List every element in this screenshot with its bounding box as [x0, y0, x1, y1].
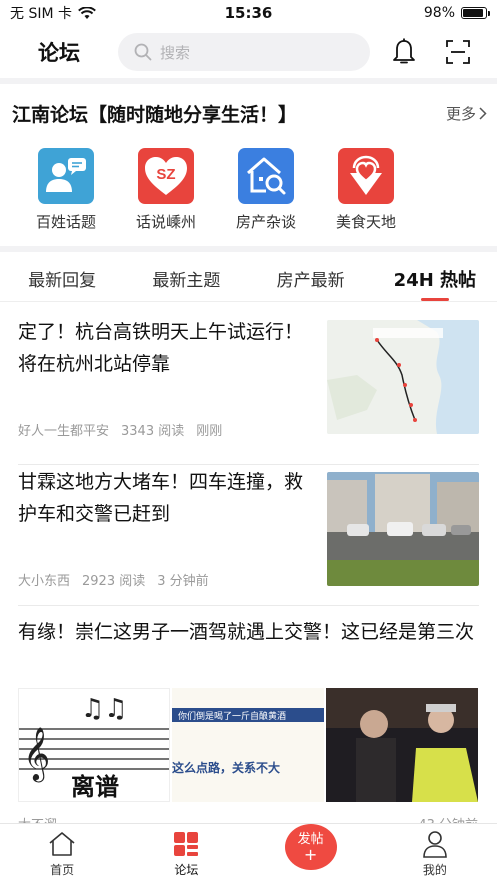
scan-button[interactable]: [438, 32, 478, 72]
divider: [0, 78, 497, 84]
search-placeholder: 搜索: [160, 43, 191, 62]
feed-tabs: 最新回复 最新主题 房产最新 24H 热帖: [0, 256, 497, 302]
category-property[interactable]: 房产杂谈: [216, 148, 316, 232]
list-item[interactable]: 甘霖这地方大堵车！四车连撞，救护车和交警已赶到 大小东西 2923 阅读 3 分…: [0, 462, 497, 602]
notification-button[interactable]: [384, 32, 424, 72]
person-chat-icon: [38, 148, 94, 204]
list-item[interactable]: 有缘！崇仁这男子一酒驾就遇上交警！这已经是第三次 𝄞 ♫♫ 离谱 你们倒是喝了一…: [0, 610, 497, 833]
nav-post[interactable]: 发帖 +: [249, 824, 373, 883]
food-heart-icon: [338, 148, 394, 204]
svg-text:𝄞: 𝄞: [23, 726, 50, 782]
post-author: 好人一生都平安: [18, 424, 110, 439]
app-header: 论坛 搜索: [0, 28, 497, 76]
more-label: 更多: [445, 105, 476, 123]
category-label: 美食天地: [335, 213, 396, 231]
category-label: 百姓话题: [35, 213, 96, 231]
svg-text:♫♫: ♫♫: [81, 694, 128, 724]
battery-percent: 98%: [423, 5, 455, 21]
post-title: 甘霖这地方大堵车！四车连撞，救护车和交警已赶到: [18, 471, 304, 525]
carrier-label: 无 SIM 卡: [10, 6, 72, 22]
nav-label: 首页: [50, 863, 75, 877]
category-baixing[interactable]: 百姓话题: [16, 148, 116, 232]
nav-forum[interactable]: 论坛: [124, 824, 248, 883]
tab-property-latest[interactable]: 房产最新: [249, 256, 373, 301]
post-meta: 好人一生都平安 3343 阅读 刚刚: [18, 420, 222, 439]
page-title: 论坛: [38, 41, 80, 65]
scan-icon: [446, 40, 470, 64]
plus-icon: +: [303, 845, 318, 864]
bottom-nav: 首页 论坛 发帖 + 我的: [0, 823, 497, 883]
clock: 15:36: [224, 4, 273, 22]
category-food[interactable]: 美食天地: [316, 148, 416, 232]
traffic-photo: [327, 472, 479, 586]
image-caption: 你们倒是喝了一斤自酿黄酒: [178, 710, 286, 722]
bell-icon: [393, 38, 415, 64]
status-bar: 无 SIM 卡 15:36 98%: [0, 0, 497, 26]
image-caption: 这么点路，关系不大: [172, 760, 280, 775]
post-button[interactable]: 发帖 +: [284, 824, 337, 870]
nav-label: 我的: [422, 863, 447, 877]
battery-icon: [461, 7, 490, 19]
post-image-2: 你们倒是喝了一斤自酿黄酒 这么点路，关系不大: [172, 688, 324, 802]
post-image-1: 𝄞 ♫♫ 离谱: [18, 688, 170, 802]
post-meta: 大小东西 2923 阅读 3 分钟前: [18, 570, 209, 589]
search-icon: [134, 43, 152, 61]
divider: [18, 605, 479, 606]
nav-home[interactable]: 首页: [0, 824, 124, 883]
tab-latest-replies[interactable]: 最新回复: [0, 256, 124, 301]
post-reads: 2923 阅读: [82, 574, 146, 589]
post-image-3: [326, 688, 478, 802]
image-caption: 离谱: [71, 773, 119, 801]
category-label: 话说嵊州: [135, 213, 196, 231]
post-time: 3 分钟前: [157, 574, 209, 589]
user-icon: [420, 829, 450, 859]
more-link[interactable]: 更多: [446, 103, 487, 124]
chevron-right-icon: [479, 107, 487, 120]
post-time: 刚刚: [196, 424, 223, 439]
post-title: 定了！杭台高铁明天上午试运行！将在杭州北站停靠: [18, 321, 304, 375]
house-search-icon: [238, 148, 294, 204]
post-title: 有缘！崇仁这男子一酒驾就遇上交警！这已经是第三次: [18, 621, 475, 643]
search-input[interactable]: 搜索: [118, 33, 370, 71]
category-label: 房产杂谈: [235, 213, 296, 231]
home-icon: [47, 829, 77, 859]
post-author: 大小东西: [18, 574, 71, 589]
tab-24h-hot[interactable]: 24H 热帖: [373, 256, 497, 301]
map-thumbnail: [327, 320, 479, 434]
wifi-icon: [78, 6, 96, 19]
nav-label: 论坛: [174, 863, 199, 877]
forum-banner-title: 江南论坛【随时随地分享生活！】: [12, 104, 298, 126]
divider: [0, 246, 497, 252]
heart-sz-icon: SZ: [138, 148, 194, 204]
tab-latest-topics[interactable]: 最新主题: [124, 256, 248, 301]
sz-badge-text: SZ: [156, 166, 175, 183]
post-reads: 3343 阅读: [121, 424, 185, 439]
nav-me[interactable]: 我的: [373, 824, 497, 883]
category-row: 百姓话题 SZ 话说嵊州 房产杂谈 美食天地: [0, 148, 497, 232]
list-item[interactable]: 定了！杭台高铁明天上午试运行！将在杭州北站停靠 好人一生都平安 3343 阅读 …: [0, 312, 497, 452]
forum-icon: [171, 829, 201, 859]
category-shengzhou[interactable]: SZ 话说嵊州: [116, 148, 216, 232]
